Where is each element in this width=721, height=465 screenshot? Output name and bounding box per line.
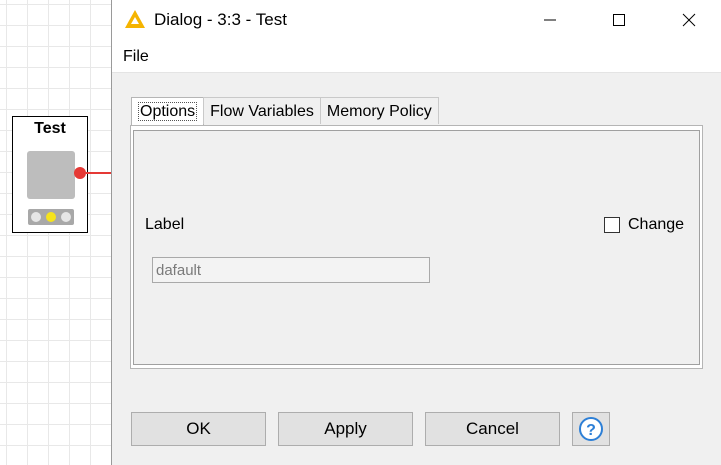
maximize-button[interactable]: [596, 0, 642, 40]
help-question-icon: ?: [579, 417, 603, 441]
cancel-button[interactable]: Cancel: [425, 412, 560, 446]
dialog-window: Dialog - 3:3 - Test File Options Flow Va…: [111, 0, 721, 465]
label-input[interactable]: [152, 257, 430, 283]
minimize-button[interactable]: [527, 0, 573, 40]
change-checkbox[interactable]: [604, 217, 620, 233]
ok-button[interactable]: OK: [131, 412, 266, 446]
status-light-yellow: [46, 212, 56, 222]
label-caption: Label: [145, 216, 185, 233]
status-light-green: [61, 212, 71, 222]
close-button[interactable]: [666, 0, 712, 40]
apply-button[interactable]: Apply: [278, 412, 413, 446]
tab-options[interactable]: Options: [131, 97, 205, 125]
menu-file[interactable]: File: [123, 48, 149, 66]
svg-text:?: ?: [586, 422, 596, 439]
node-title: Test: [34, 120, 66, 137]
title-bar: Dialog - 3:3 - Test: [112, 0, 721, 40]
maximize-icon: [613, 14, 625, 26]
options-group: [133, 130, 700, 365]
change-label[interactable]: Change: [628, 216, 684, 234]
node-output-port[interactable]: [74, 167, 86, 179]
minimize-icon: [544, 19, 556, 21]
window-title: Dialog - 3:3 - Test: [154, 10, 287, 29]
tab-memory-policy[interactable]: Memory Policy: [319, 97, 439, 124]
menu-bar: File: [112, 40, 721, 73]
status-light-red: [31, 212, 41, 222]
tab-options-label: Options: [138, 102, 198, 121]
tab-flow-variables[interactable]: Flow Variables: [203, 97, 321, 124]
node-status-indicator: [28, 209, 74, 225]
tab-strip: Options Flow Variables Memory Policy: [131, 97, 439, 125]
close-icon: [682, 13, 696, 27]
knime-triangle-icon: [125, 10, 145, 28]
help-button[interactable]: ?: [572, 412, 610, 446]
node-icon[interactable]: [27, 151, 75, 199]
